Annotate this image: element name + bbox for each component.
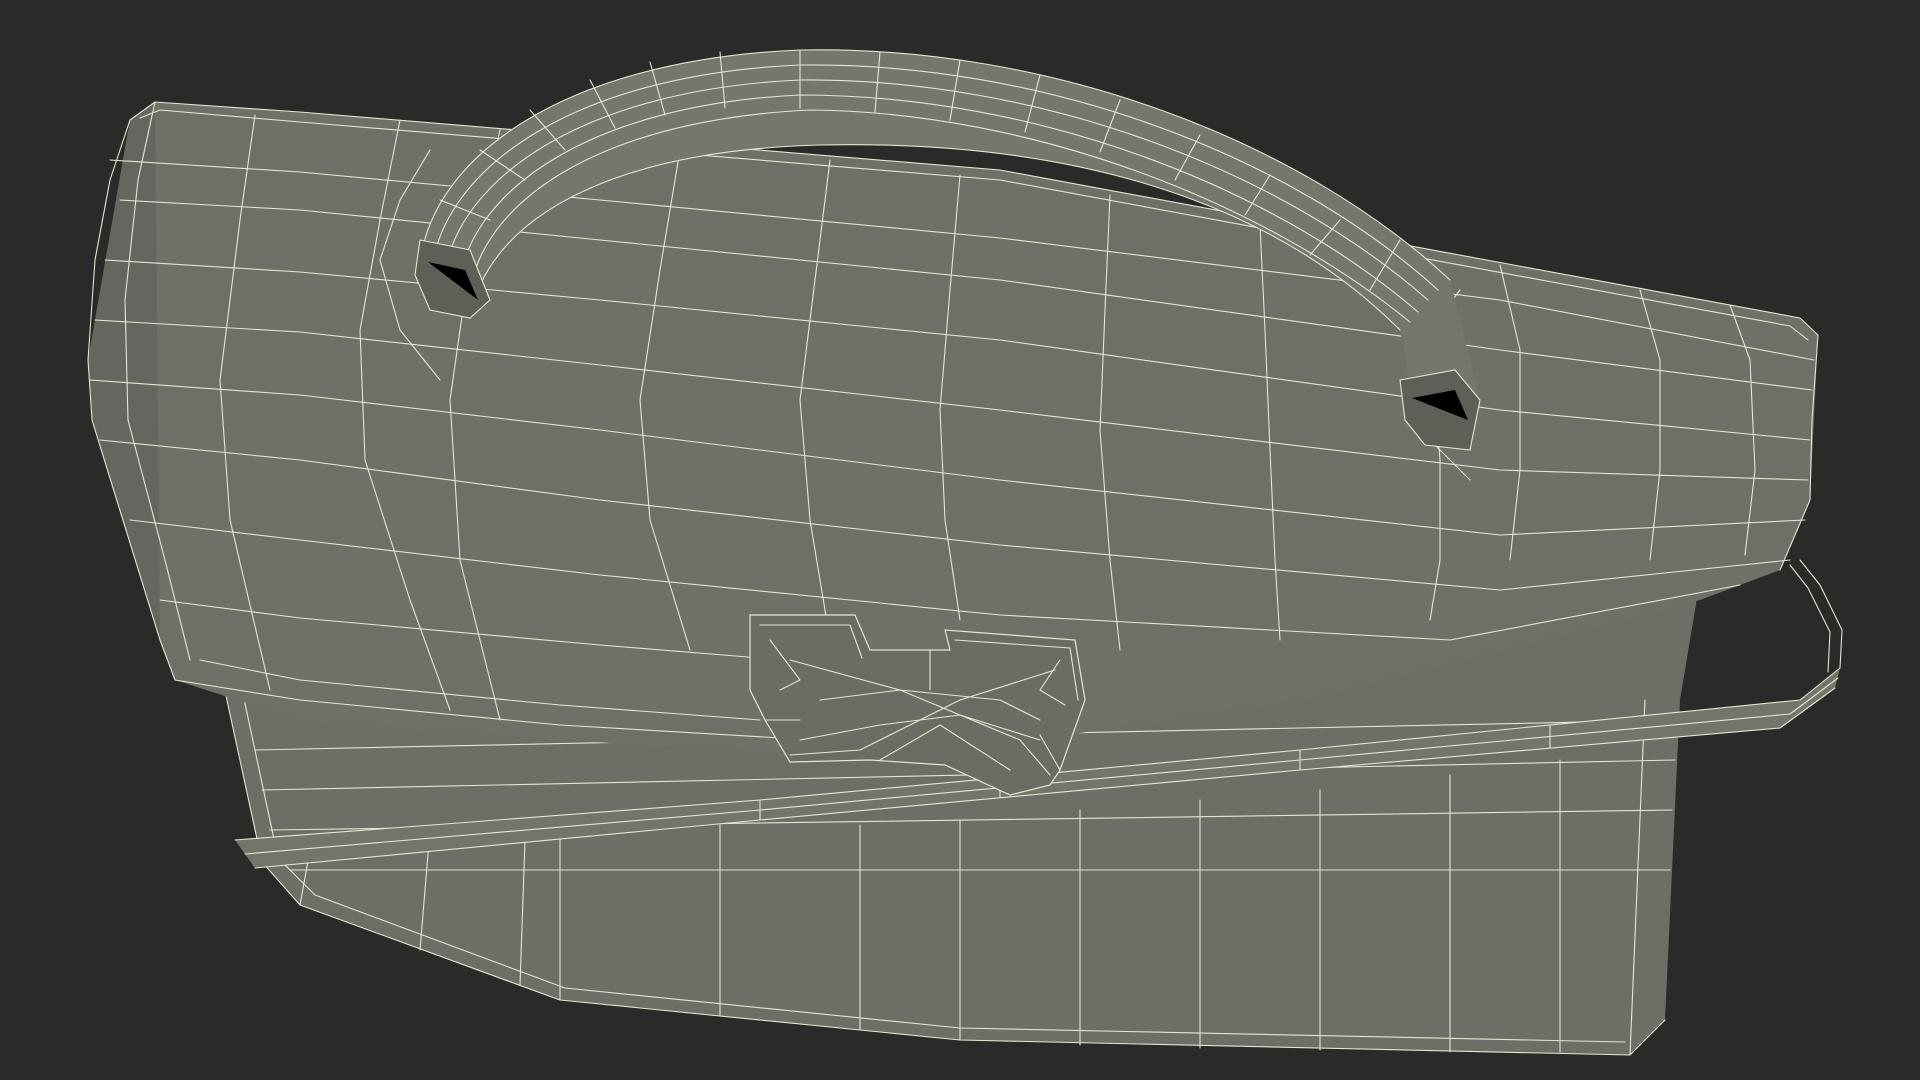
viewport [0,0,1920,1080]
flap-left-side-fill [88,102,160,640]
wireframe-render [87,49,1843,1056]
